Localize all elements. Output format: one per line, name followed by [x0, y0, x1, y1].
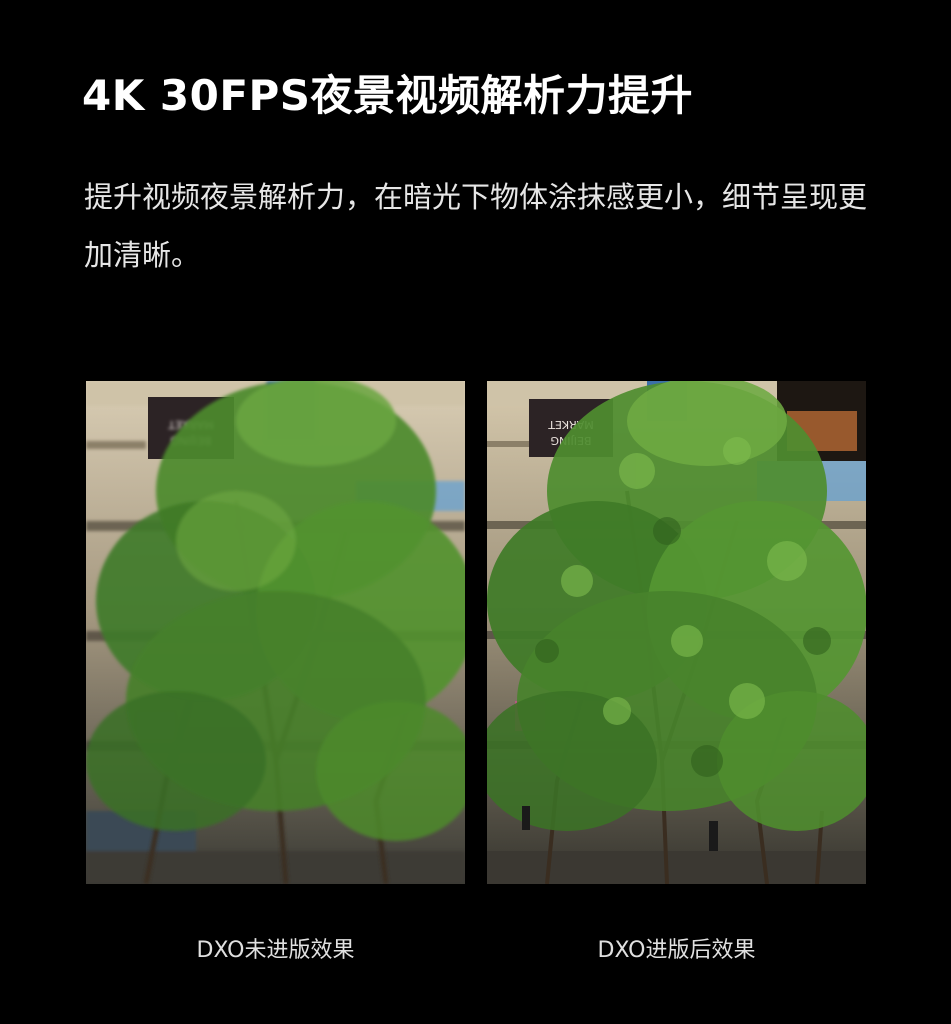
photo-after-dxo: BEIJING MARKET — [487, 381, 866, 884]
caption-before-dxo: DXO未进版效果 — [196, 938, 355, 963]
caption-after-dxo: DXO进版后效果 — [597, 938, 756, 963]
photo-before-dxo: BEIJING MARKET — [86, 381, 465, 884]
page-title: 4K 30FPS夜景视频解析力提升 — [82, 71, 694, 120]
page-description: 提升视频夜景解析力，在暗光下物体涂抹感更小，细节呈现更加清晰。 — [84, 180, 868, 272]
night-tree-photo-before: BEIJING MARKET — [86, 381, 465, 884]
night-tree-photo-after: BEIJING MARKET — [487, 381, 866, 884]
